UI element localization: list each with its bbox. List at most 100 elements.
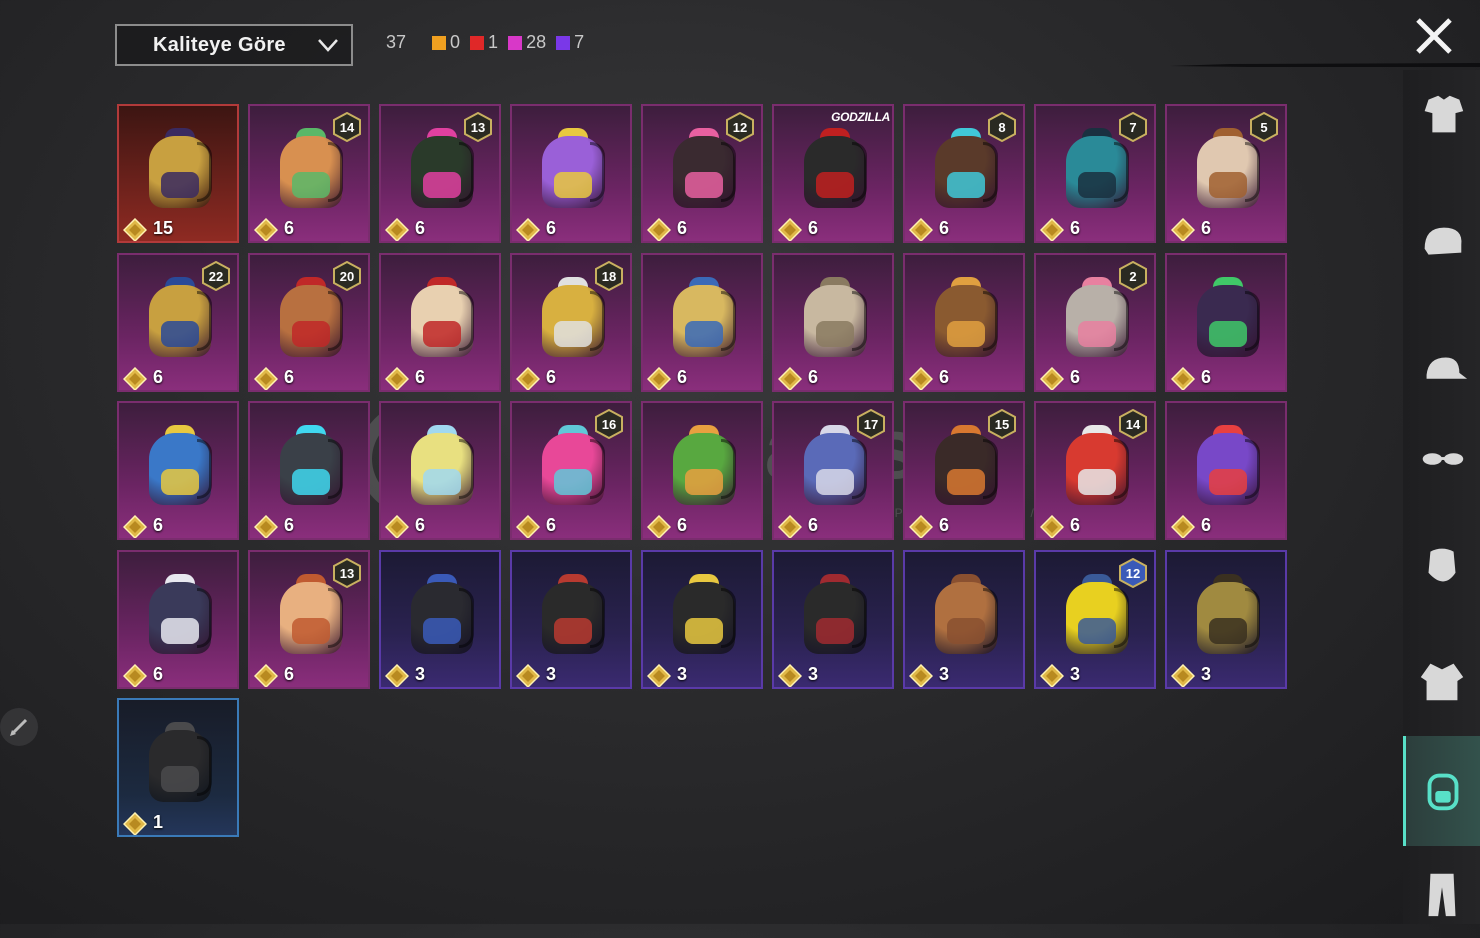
- svg-text:13: 13: [340, 566, 354, 581]
- backpack-item[interactable]: 6: [903, 252, 1025, 392]
- category-mask[interactable]: [1403, 522, 1480, 612]
- backpack-item[interactable]: 6 16: [510, 401, 632, 540]
- svg-text:7: 7: [1129, 120, 1136, 135]
- level-badge-icon: 17: [857, 409, 885, 439]
- backpack-item[interactable]: 3: [379, 549, 501, 689]
- svg-text:2: 2: [1129, 269, 1136, 284]
- backpack-icon: [411, 573, 474, 654]
- category-cap[interactable]: [1403, 326, 1480, 416]
- backpack-item[interactable]: 6: [1165, 252, 1287, 392]
- coin-icon: [123, 663, 147, 687]
- count-red: 1: [470, 32, 498, 53]
- item-value: 6: [415, 515, 426, 535]
- item-value: 6: [546, 366, 557, 387]
- header-divider: [1170, 63, 1480, 67]
- backpack-icon: [1197, 276, 1260, 357]
- coin-icon: [385, 515, 409, 538]
- backpack-item[interactable]: 67: [1034, 104, 1156, 243]
- backpack-item[interactable]: 3: [510, 549, 632, 689]
- backpack-item[interactable]: 6 22: [117, 252, 239, 392]
- coin-icon: [516, 218, 540, 241]
- backpack-item[interactable]: 6 12: [641, 104, 763, 243]
- backpack-item[interactable]: 6 18: [510, 252, 632, 392]
- level-badge-icon: 12: [726, 112, 754, 142]
- backpack-item[interactable]: 6 15: [903, 401, 1025, 540]
- level-badge-icon: 12: [1119, 557, 1147, 588]
- backpack-item[interactable]: 15: [117, 104, 239, 243]
- collab-tag: GODZILLA: [831, 110, 890, 124]
- backpack-item[interactable]: 6 14: [248, 104, 370, 243]
- coin-icon: [1040, 218, 1064, 241]
- category-glasses[interactable]: [1403, 414, 1480, 504]
- item-value: 6: [1070, 515, 1081, 535]
- backpack-item[interactable]: 3: [772, 549, 894, 689]
- pencil-icon: [10, 718, 28, 736]
- category-backpack[interactable]: [1403, 736, 1480, 846]
- backpack-item[interactable]: 6: [1165, 401, 1287, 540]
- level-badge-icon: 14: [1119, 409, 1147, 439]
- item-value: 6: [284, 515, 295, 535]
- backpack-item[interactable]: 1: [117, 698, 239, 837]
- backpack-item[interactable]: 6 17: [772, 401, 894, 540]
- level-badge-icon: 16: [595, 409, 623, 439]
- item-value: 6: [1070, 366, 1081, 387]
- backpack-item[interactable]: 3: [641, 549, 763, 689]
- backpack-item[interactable]: 6: [641, 252, 763, 392]
- close-icon[interactable]: [1414, 16, 1454, 56]
- backpack-icon: [673, 276, 736, 357]
- sort-dropdown[interactable]: Kaliteye Göre: [115, 24, 353, 66]
- category-outfit[interactable]: [1403, 70, 1480, 160]
- edit-button[interactable]: [0, 708, 38, 746]
- item-value: 6: [1070, 218, 1081, 238]
- item-value: 6: [546, 218, 557, 238]
- backpack-item[interactable]: 6: [510, 104, 632, 243]
- svg-text:8: 8: [998, 120, 1005, 135]
- level-badge-icon: 8: [988, 112, 1016, 142]
- count-pink: 28: [508, 32, 546, 53]
- svg-text:16: 16: [602, 417, 616, 432]
- backpack-item[interactable]: 6 14: [1034, 401, 1156, 540]
- backpack-item[interactable]: 6 20: [248, 252, 370, 392]
- glasses-icon: [1422, 453, 1463, 465]
- level-badge-icon: 13: [333, 557, 361, 588]
- coin-icon: [123, 366, 147, 390]
- backpack-item[interactable]: 3: [1165, 549, 1287, 689]
- backpack-item[interactable]: 6: [641, 401, 763, 540]
- backpack-item[interactable]: 65: [1165, 104, 1287, 243]
- count-orange: 0: [432, 32, 460, 53]
- coin-icon: [647, 663, 671, 687]
- backpack-item[interactable]: 62: [1034, 252, 1156, 392]
- backpack-item[interactable]: 6: [117, 401, 239, 540]
- item-value: 6: [153, 515, 164, 535]
- item-value: 3: [939, 663, 950, 684]
- backpack-grid: 15 6 14 6 13 6 6 12 6 GODZILLA 6 8 6 7 6 5 6 22 6 20 6 6 18 6 6 6…: [117, 104, 1297, 844]
- backpack-item[interactable]: 3 12: [1034, 549, 1156, 689]
- coin-icon: [385, 663, 409, 687]
- category-jacket[interactable]: [1403, 636, 1480, 726]
- item-value: 6: [415, 366, 426, 387]
- category-helmet[interactable]: [1403, 198, 1480, 288]
- item-value: 6: [284, 218, 295, 238]
- item-value: 6: [677, 218, 688, 238]
- backpack-item[interactable]: 3: [903, 549, 1025, 689]
- backpack-item[interactable]: 6 13: [248, 549, 370, 689]
- coin-icon: [516, 366, 540, 390]
- backpack-item[interactable]: 6: [379, 401, 501, 540]
- backpack-icon: [280, 425, 343, 505]
- backpack-item[interactable]: 6 13: [379, 104, 501, 243]
- backpack-icon: [149, 425, 212, 505]
- svg-text:5: 5: [1260, 120, 1267, 135]
- coin-icon: [385, 366, 409, 390]
- backpack-item[interactable]: 6: [379, 252, 501, 392]
- backpack-item[interactable]: 6: [117, 549, 239, 689]
- item-value: 6: [939, 366, 950, 387]
- backpack-item[interactable]: 68: [903, 104, 1025, 243]
- backpack-item[interactable]: 6: [772, 252, 894, 392]
- item-value: 6: [808, 366, 819, 387]
- backpack-icon: [1197, 425, 1260, 505]
- category-pants[interactable]: [1403, 848, 1480, 938]
- backpack-item[interactable]: 6: [248, 401, 370, 540]
- outfit-icon: [1424, 95, 1463, 133]
- svg-text:13: 13: [471, 120, 485, 135]
- backpack-item[interactable]: 6 GODZILLA: [772, 104, 894, 243]
